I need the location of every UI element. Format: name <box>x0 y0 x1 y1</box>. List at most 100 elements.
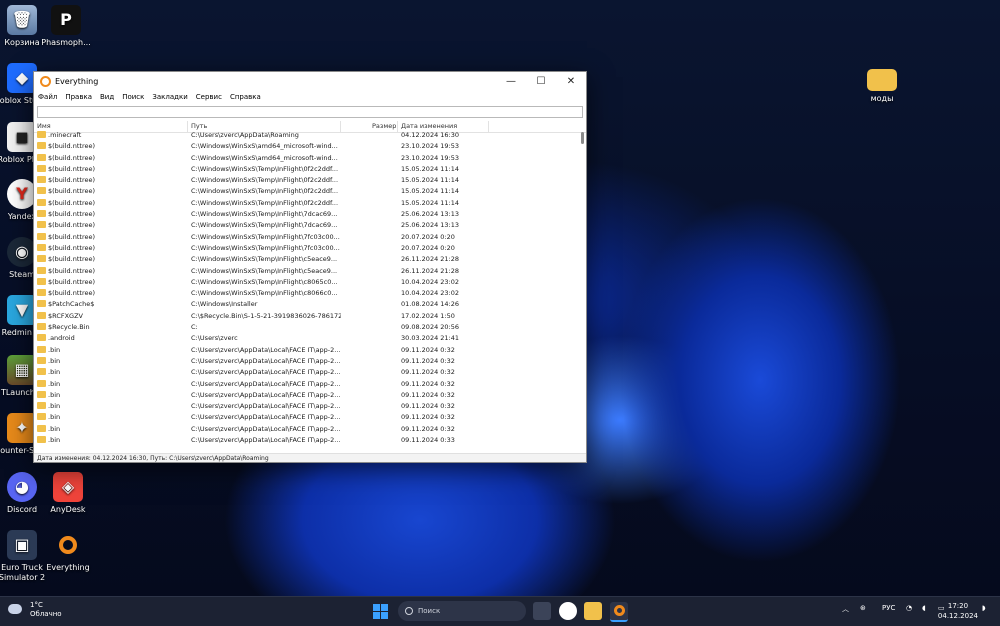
menu-edit[interactable]: Правка <box>65 93 92 101</box>
desktop-icon-phasmophobia[interactable]: P Phasmoph... <box>36 5 96 48</box>
table-row[interactable]: $Recycle.Bin C: 09.08.2024 20:56 <box>34 322 580 333</box>
row-date: 23.10.2024 19:53 <box>401 153 460 162</box>
table-row[interactable]: $(build.nttree) C:\Windows\WinSxS\Temp\In… <box>34 232 580 243</box>
title-bar[interactable]: Everything — ☐ ✕ <box>34 72 586 90</box>
menu-help[interactable]: Справка <box>230 93 261 101</box>
table-row[interactable]: $(build.nttree) C:\Windows\WinSxS\amd64_m… <box>34 141 580 152</box>
table-row[interactable]: .bin C:\Users\zverc\AppData\Local\FACE IT… <box>34 356 580 367</box>
yandex-icon[interactable] <box>559 602 577 620</box>
row-date: 20.07.2024 0:20 <box>401 243 455 252</box>
desktop-icon-folder-mods[interactable]: моды <box>852 65 912 104</box>
table-row[interactable]: $(build.nttree) C:\Windows\WinSxS\Temp\In… <box>34 277 580 288</box>
search-input[interactable] <box>37 106 583 118</box>
folder-icon <box>37 390 46 398</box>
row-path: C:\Windows\WinSxS\Temp\InFlight\0f2c2ddf… <box>191 164 339 173</box>
table-row[interactable]: .bin C:\Users\zverc\AppData\Local\FACE IT… <box>34 412 580 423</box>
table-row[interactable]: .bin C:\Users\zverc\AppData\Local\FACE IT… <box>34 401 580 412</box>
weather-desc: Облачно <box>30 610 62 618</box>
row-date: 09.11.2024 0:32 <box>401 368 455 377</box>
row-date: 25.06.2024 13:13 <box>401 221 460 230</box>
folder-icon <box>37 413 46 421</box>
menu-view[interactable]: Вид <box>100 93 114 101</box>
desktop-icon-everything[interactable]: Everything <box>38 530 98 573</box>
notification-icon[interactable]: ◗ <box>982 604 986 612</box>
volume-icon[interactable]: ◖ <box>922 604 926 612</box>
menu-tools[interactable]: Сервис <box>196 93 222 101</box>
table-row[interactable]: $(build.nttree) C:\Windows\WinSxS\Temp\In… <box>34 220 580 231</box>
row-name-text: $(build.nttree) <box>48 153 96 162</box>
table-row[interactable]: $(build.nttree) C:\Windows\WinSxS\Temp\In… <box>34 209 580 220</box>
row-name: $(build.nttree) <box>37 277 187 286</box>
table-row[interactable]: .bin C:\Users\zverc\AppData\Local\FACE IT… <box>34 435 580 446</box>
vertical-scrollbar[interactable] <box>581 130 585 454</box>
folder-icon <box>37 210 46 218</box>
table-row[interactable]: .android C:\Users\zverc 30.03.2024 21:41 <box>34 333 580 344</box>
table-row[interactable]: $(build.nttree) C:\Windows\WinSxS\Temp\In… <box>34 198 580 209</box>
folder-icon <box>37 402 46 410</box>
table-row[interactable]: $(build.nttree) C:\Windows\WinSxS\amd64_m… <box>34 153 580 164</box>
weather-widget[interactable]: 1°C Облачно <box>8 601 62 619</box>
desktop-icon-label: AnyDesk <box>50 505 86 514</box>
table-row[interactable]: $(build.nttree) C:\Windows\WinSxS\Temp\In… <box>34 186 580 197</box>
row-date: 09.11.2024 0:32 <box>401 379 455 388</box>
column-size[interactable]: Размер <box>372 122 396 130</box>
desktop-icon-anydesk[interactable]: ◈ AnyDesk <box>38 472 98 515</box>
table-row[interactable]: $RCFXGZV C:\$Recycle.Bin\S-1-5-21-3919836… <box>34 311 580 322</box>
maximize-button[interactable]: ☐ <box>526 72 556 90</box>
folder-icon <box>37 198 46 206</box>
table-row[interactable]: .bin C:\Users\zverc\AppData\Local\FACE IT… <box>34 379 580 390</box>
table-row[interactable]: $PatchCache$ C:\Windows\Installer 01.08.20… <box>34 299 580 310</box>
table-row[interactable]: .bin C:\Users\zverc\AppData\Local\FACE IT… <box>34 345 580 356</box>
table-row[interactable]: $(build.nttree) C:\Windows\WinSxS\Temp\In… <box>34 254 580 265</box>
menu-bookmarks[interactable]: Закладки <box>152 93 187 101</box>
chevron-up-icon[interactable]: ︿ <box>842 604 849 614</box>
row-path: C:\$Recycle.Bin\S-1-5-21-3919836026-7861… <box>191 311 341 320</box>
row-name: .bin <box>37 390 187 399</box>
minimize-button[interactable]: — <box>496 72 526 90</box>
menu-search[interactable]: Поиск <box>122 93 144 101</box>
task-view-icon[interactable] <box>533 602 551 620</box>
table-row[interactable]: $(build.nttree) C:\Windows\WinSxS\Temp\In… <box>34 164 580 175</box>
table-row[interactable]: $(build.nttree) C:\Windows\WinSxS\Temp\In… <box>34 243 580 254</box>
folder-icon <box>37 176 46 184</box>
taskbar-search[interactable]: Поиск <box>398 601 526 621</box>
close-button[interactable]: ✕ <box>556 72 586 90</box>
column-path[interactable]: Путь <box>191 122 207 130</box>
language-indicator[interactable]: РУС <box>882 604 895 612</box>
table-row[interactable]: $(build.nttree) C:\Windows\WinSxS\Temp\In… <box>34 266 580 277</box>
table-row[interactable]: $(build.nttree) C:\Windows\WinSxS\Temp\In… <box>34 288 580 299</box>
table-row[interactable]: .bin C:\Users\zverc\AppData\Local\FACE IT… <box>34 367 580 378</box>
cloud-icon <box>8 604 22 614</box>
clock[interactable]: 17:20 04.12.2024 <box>938 601 978 621</box>
everything-taskbar-icon[interactable] <box>610 602 628 622</box>
row-name: $(build.nttree) <box>37 153 187 162</box>
everything-app-icon <box>40 75 51 87</box>
menu-file[interactable]: Файл <box>38 93 57 101</box>
row-date: 30.03.2024 21:41 <box>401 334 460 343</box>
row-name-text: .bin <box>48 368 61 377</box>
taskbar-search-placeholder: Поиск <box>418 607 441 615</box>
table-row[interactable]: .bin C:\Users\zverc\AppData\Local\FACE IT… <box>34 390 580 401</box>
row-path: C:\Users\zverc\AppData\Local\FACE IT\app… <box>191 368 341 377</box>
table-row[interactable]: $(build.nttree) C:\Windows\WinSxS\Temp\In… <box>34 175 580 186</box>
wifi-icon[interactable]: ◔ <box>906 604 912 612</box>
row-date: 09.11.2024 0:32 <box>401 356 455 365</box>
table-row[interactable]: .bin C:\Users\zverc\AppData\Local\FACE IT… <box>34 424 580 435</box>
column-name[interactable]: Имя <box>37 122 51 130</box>
row-date: 26.11.2024 21:28 <box>401 255 460 264</box>
column-date[interactable]: Дата изменения <box>401 122 457 130</box>
start-button[interactable] <box>373 604 388 619</box>
row-name: $(build.nttree) <box>37 243 187 252</box>
row-path: C:\Users\zverc\AppData\Roaming <box>191 131 299 139</box>
explorer-icon[interactable] <box>584 602 602 620</box>
row-name-text: $(build.nttree) <box>48 176 96 185</box>
row-date: 09.08.2024 20:56 <box>401 323 460 332</box>
row-name: $(build.nttree) <box>37 164 187 173</box>
table-row[interactable]: .minecraft C:\Users\zverc\AppData\Roaming… <box>34 130 580 141</box>
desktop-icon-label: Discord <box>6 505 38 514</box>
row-path: C:\Windows\WinSxS\amd64_microsoft-wind..… <box>191 153 338 162</box>
network-icon[interactable]: ⊛ <box>860 604 866 612</box>
folder-icon <box>37 142 46 150</box>
scrollbar-thumb[interactable] <box>581 132 584 144</box>
row-name: $(build.nttree) <box>37 198 187 207</box>
